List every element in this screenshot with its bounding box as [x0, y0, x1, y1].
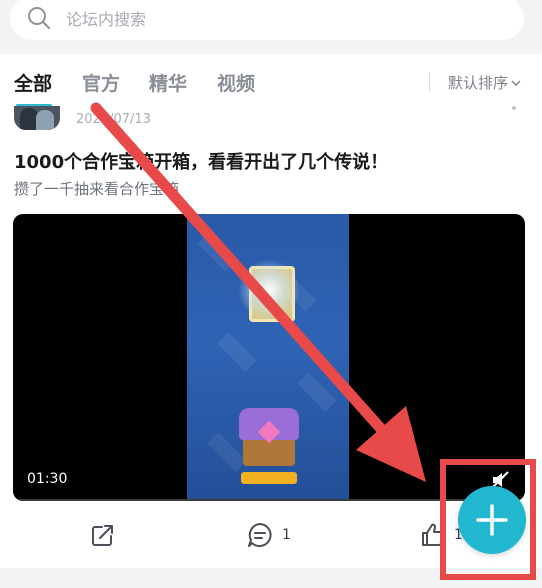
comment-icon [248, 523, 272, 547]
share-icon [92, 525, 113, 546]
video-progress[interactable] [13, 499, 525, 501]
chest-open-bar [241, 472, 297, 484]
tab-official[interactable]: 官方 [82, 69, 120, 96]
post-date: 2021/07/13 [76, 112, 151, 127]
search-input[interactable]: 论坛内搜索 [10, 0, 524, 40]
comment-button[interactable]: 1 [246, 520, 291, 550]
sort-label: 默认排序 [448, 74, 509, 92]
tab-video[interactable]: 视频 [217, 69, 255, 96]
comment-count: 1 [282, 527, 291, 543]
post-feed: 全部 官方 精华 视频 默认排序 2021/07/13 1000个合作宝箱开箱，… [0, 54, 542, 568]
sort-divider [429, 72, 430, 92]
post-summary[interactable]: 攒了一千抽来看合作宝箱 [14, 178, 179, 199]
create-post-button[interactable] [458, 486, 526, 554]
sort-dropdown[interactable]: 默认排序 [448, 72, 521, 93]
bottom-spacer [0, 568, 542, 588]
tab-featured[interactable]: 精华 [149, 69, 187, 96]
video-player[interactable]: 01:30 [13, 214, 525, 501]
search-placeholder: 论坛内搜索 [66, 10, 147, 29]
search-icon [28, 7, 51, 30]
share-button[interactable] [90, 520, 116, 550]
thumbs-up-icon [422, 523, 444, 546]
more-options-icon[interactable] [512, 106, 516, 110]
avatar[interactable] [14, 106, 60, 130]
chevron-down-icon [511, 79, 521, 86]
post-title[interactable]: 1000个合作宝箱开箱，看看开出了几个传说！ [14, 148, 388, 174]
glow-effect [239, 258, 299, 322]
video-frame [187, 214, 349, 501]
category-tabs: 全部 官方 精华 视频 默认排序 [0, 54, 542, 110]
video-duration: 01:30 [27, 471, 68, 487]
search-bar-area: 论坛内搜索 [0, 0, 542, 54]
tab-all[interactable]: 全部 [14, 69, 52, 96]
like-button[interactable]: 1 [420, 520, 463, 550]
plus-icon [476, 504, 508, 536]
